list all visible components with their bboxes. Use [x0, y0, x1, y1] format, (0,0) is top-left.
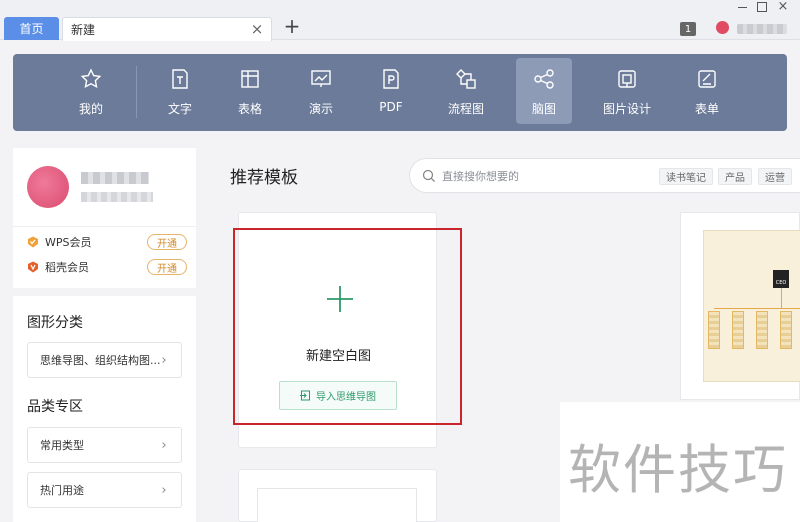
mindmap-icon: [531, 66, 557, 92]
form-icon: [694, 66, 720, 92]
toolbar-divider: [136, 66, 137, 118]
org-line: [781, 288, 782, 308]
tool-form[interactable]: 表单: [679, 58, 735, 124]
import-icon: [300, 390, 310, 401]
table-icon: [237, 66, 263, 92]
org-node: [708, 311, 720, 349]
docer-membership-row: 稻壳会员 开通: [27, 258, 187, 276]
zone-item-popular[interactable]: 热门用途 ›: [27, 472, 182, 508]
close-icon[interactable]: ×: [249, 21, 265, 37]
template-card[interactable]: [238, 469, 437, 522]
tool-mine[interactable]: 我的: [63, 58, 119, 124]
tool-label: 表格: [237, 102, 262, 116]
profile-card: WPS会员 开通 稻壳会员 开通: [13, 148, 196, 288]
docer-vip-icon: [28, 261, 38, 273]
org-node: [732, 311, 744, 349]
user-info-blurred: [81, 192, 153, 202]
user-name-blurred: [81, 172, 149, 184]
tool-presentation[interactable]: 演示: [293, 58, 349, 124]
star-icon: [78, 66, 104, 92]
tool-writer[interactable]: 文字: [152, 58, 208, 124]
divider: [13, 226, 196, 227]
org-line: [714, 308, 800, 309]
zone-item-label: 热门用途: [40, 484, 84, 497]
tab-home[interactable]: 首页: [4, 17, 59, 40]
import-mindmap-button[interactable]: 导入思维导图: [279, 381, 397, 410]
app-toolbar: 我的 文字 表格 演示 PDF 流程图 脑图 图片设计 表单: [13, 54, 787, 131]
presentation-icon: [308, 66, 334, 92]
org-node: [756, 311, 768, 349]
notification-badge[interactable]: 1: [680, 22, 696, 36]
tool-spreadsheet[interactable]: 表格: [222, 58, 278, 124]
tool-pdf[interactable]: PDF: [363, 58, 419, 124]
tool-label: PDF: [379, 100, 403, 114]
wps-membership-row: WPS会员 开通: [27, 233, 187, 251]
tool-label: 文字: [167, 102, 192, 116]
pdf-icon: [378, 66, 404, 92]
ceo-label: CEO: [775, 280, 787, 286]
user-avatar[interactable]: [716, 21, 729, 34]
search-tag[interactable]: 产品: [718, 168, 752, 185]
avatar[interactable]: [27, 166, 69, 208]
open-wps-vip-button[interactable]: 开通: [147, 234, 187, 250]
search-tag[interactable]: 运营: [758, 168, 792, 185]
category-item-label: 思维导图、组织结构图...: [40, 354, 161, 367]
maximize-icon[interactable]: [757, 2, 767, 12]
template-thumbnail: [257, 488, 417, 522]
category-panel: 图形分类 思维导图、组织结构图... › 品类专区 常用类型 › 热门用途 ›: [13, 296, 196, 522]
watermark: 软件技巧: [568, 440, 788, 501]
search-tag[interactable]: 读书笔记: [659, 168, 713, 185]
tool-label: 流程图: [447, 102, 484, 116]
page-title: 推荐模板: [230, 168, 298, 188]
category-title: 图形分类: [27, 315, 83, 331]
add-tab-button[interactable]: +: [281, 14, 303, 38]
chevron-right-icon: ›: [161, 482, 167, 498]
minimize-icon[interactable]: [735, 0, 749, 14]
category-item-mindmap[interactable]: 思维导图、组织结构图... ›: [27, 342, 182, 378]
tab-new[interactable]: 新建 ×: [62, 17, 272, 41]
import-label: 导入思维导图: [316, 392, 376, 403]
zone-title: 品类专区: [27, 399, 83, 415]
org-chart-thumbnail: CEO: [703, 230, 800, 382]
membership-label: 稻壳会员: [45, 261, 89, 274]
title-bar: 首页 新建 × + 1 ×: [0, 0, 800, 41]
tool-label: 演示: [308, 102, 333, 116]
image-design-icon: [614, 66, 640, 92]
search-bar: 读书笔记 产品 运营: [409, 158, 800, 193]
plus-icon: [327, 286, 353, 312]
user-name-blurred[interactable]: [737, 24, 787, 34]
tool-label: 图片设计: [602, 102, 651, 116]
wps-vip-icon: [28, 236, 38, 248]
chevron-right-icon: ›: [161, 437, 167, 453]
window-close-icon[interactable]: ×: [776, 0, 790, 14]
document-icon: [167, 66, 193, 92]
template-preview-card[interactable]: CEO: [680, 212, 800, 400]
tool-label: 脑图: [531, 102, 556, 116]
tool-flowchart[interactable]: 流程图: [438, 58, 494, 124]
new-blank-card[interactable]: 新建空白图 导入思维导图: [238, 212, 437, 448]
search-icon: [422, 169, 436, 183]
open-docer-vip-button[interactable]: 开通: [147, 259, 187, 275]
org-node: [780, 311, 792, 349]
tool-label: 我的: [78, 102, 103, 116]
new-blank-label: 新建空白图: [305, 349, 371, 364]
tool-image-design[interactable]: 图片设计: [597, 58, 657, 124]
zone-item-label: 常用类型: [40, 439, 84, 452]
tool-mindmap[interactable]: 脑图: [516, 58, 572, 124]
chevron-right-icon: ›: [161, 352, 167, 368]
zone-item-common[interactable]: 常用类型 ›: [27, 427, 182, 463]
tab-new-label: 新建: [71, 23, 96, 37]
membership-label: WPS会员: [45, 236, 92, 249]
tool-label: 表单: [694, 102, 719, 116]
flowchart-icon: [453, 66, 479, 92]
ceo-node: CEO: [773, 270, 789, 288]
search-input[interactable]: [442, 167, 642, 185]
